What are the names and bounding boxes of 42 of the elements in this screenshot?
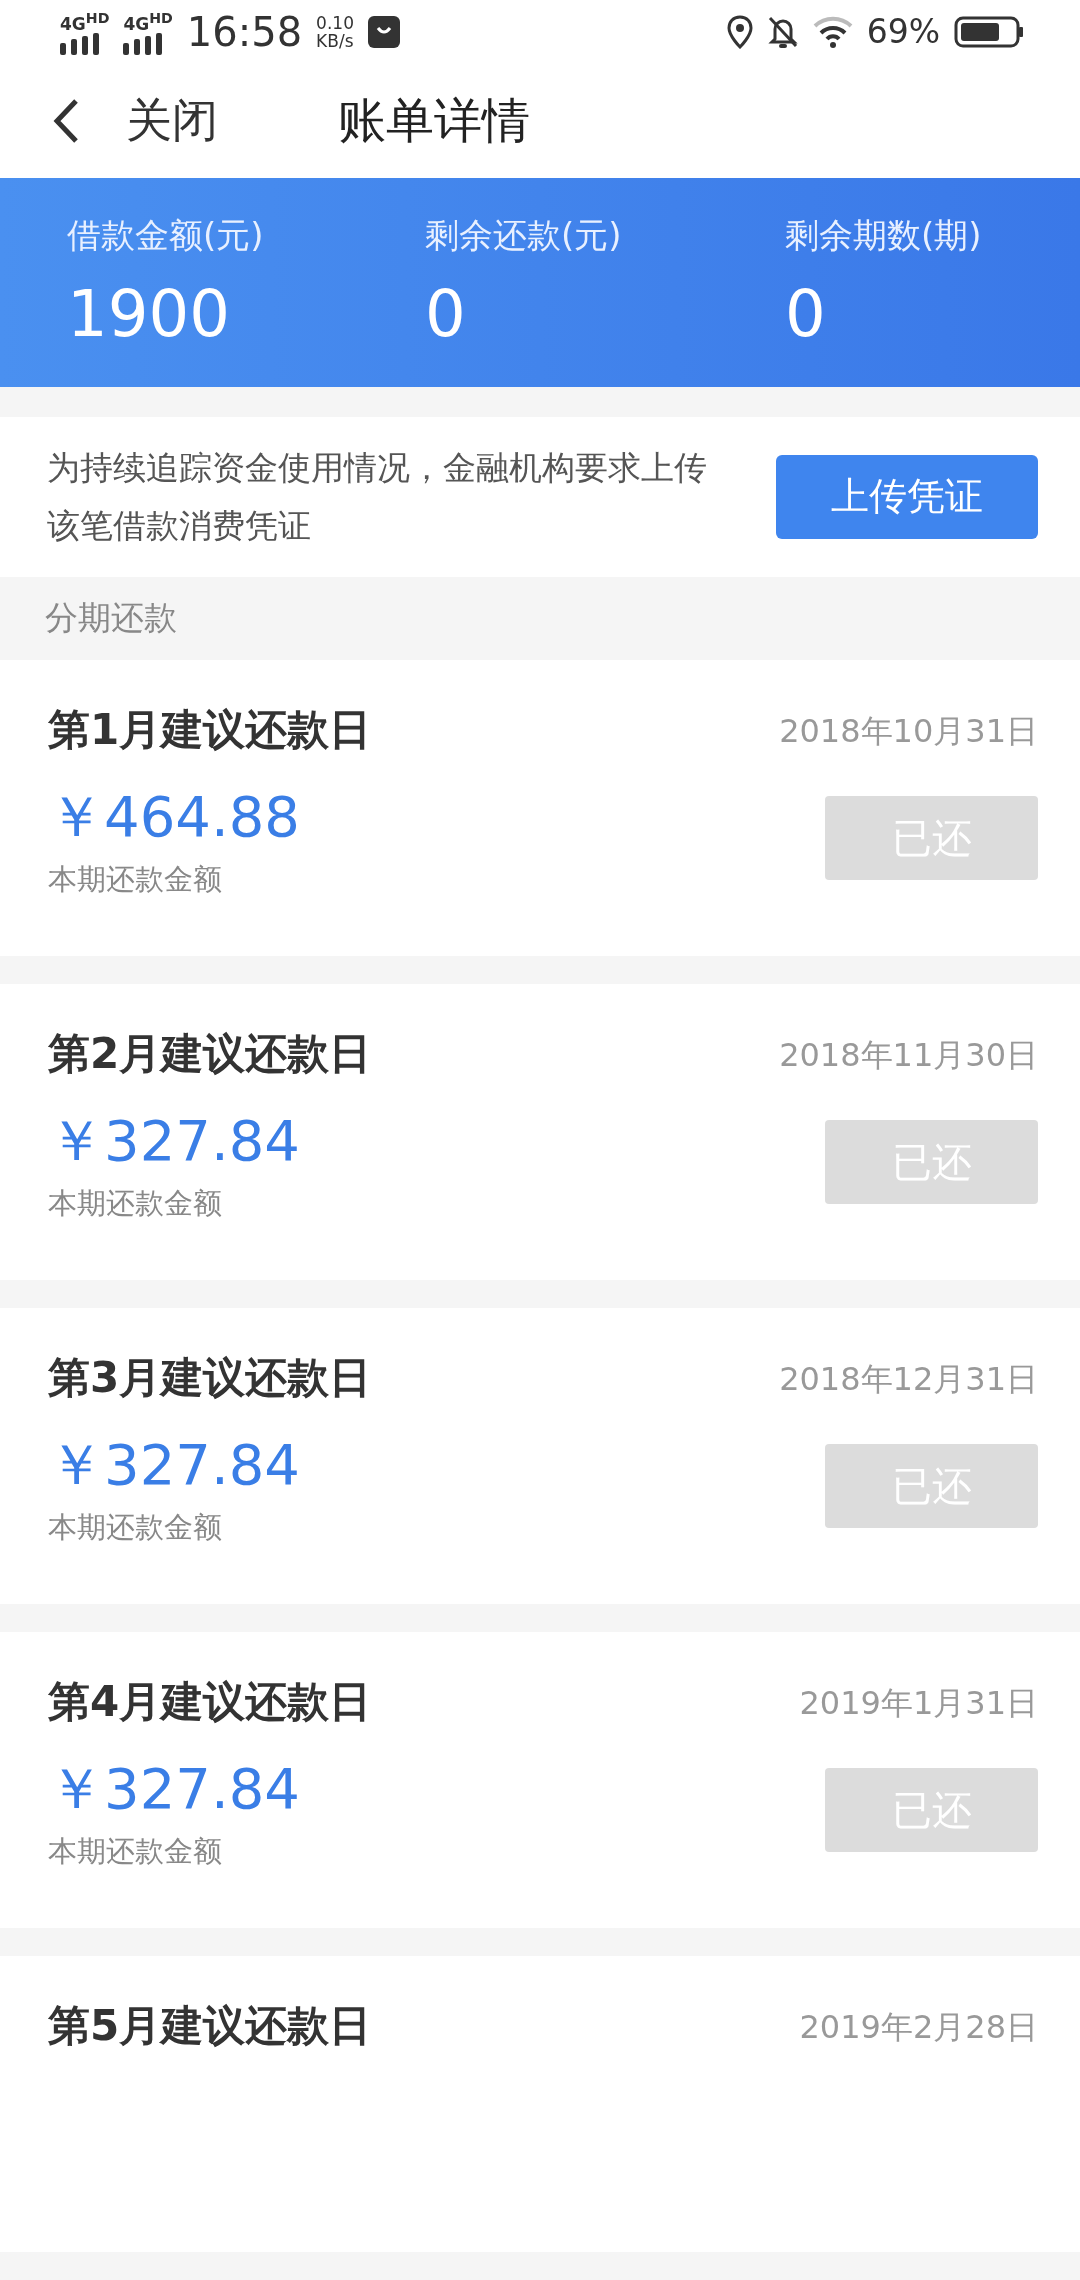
due-date: 2018年12月31日 <box>779 1359 1038 1400</box>
installment-amount: ￥327.84 <box>48 1107 301 1175</box>
summary-label: 剩余期数(期) <box>785 214 983 258</box>
installment-title: 第1月建议还款日 <box>48 704 372 756</box>
installment-title: 第4月建议还款日 <box>48 1676 372 1728</box>
upload-button[interactable]: 上传凭证 <box>776 454 1038 539</box>
signal-icon <box>123 32 164 55</box>
installment-title: 第3月建议还款日 <box>48 1352 372 1404</box>
clock: 16:58 <box>186 8 303 55</box>
network-type: 4G$^{HD}$ <box>60 9 110 33</box>
summary-value: 0 <box>785 277 827 352</box>
due-date: 2018年11月30日 <box>779 1035 1038 1076</box>
notice-text: 为持续追踪资金使用情况，金融机构要求上传该笔借款消费凭证 <box>47 446 707 547</box>
due-date: 2018年10月31日 <box>779 711 1038 752</box>
due-date: 2019年2月28日 <box>799 2007 1038 2048</box>
section-title: 分期还款 <box>45 596 177 639</box>
amount-label: 本期还款金额 <box>48 1833 223 1870</box>
installment-title: 第2月建议还款日 <box>48 1028 372 1080</box>
location-icon <box>726 14 753 49</box>
installment-title: 第5月建议还款日 <box>48 2000 372 2052</box>
due-date: 2019年1月31日 <box>799 1683 1038 1724</box>
installment-amount: ￥327.84 <box>48 1755 301 1823</box>
summary-value: 1900 <box>67 277 231 352</box>
wifi-icon <box>812 15 853 48</box>
amount-label: 本期还款金额 <box>48 1509 223 1546</box>
battery-percent: 69% <box>866 12 940 52</box>
summary-label: 借款金额(元) <box>67 214 265 258</box>
network-type: 4G$^{HD}$ <box>123 9 173 33</box>
bell-muted-icon <box>766 14 799 49</box>
amount-label: 本期还款金额 <box>48 1185 223 1222</box>
summary-value: 0 <box>425 277 467 352</box>
speed-unit: KB/s <box>316 31 354 50</box>
amount-label: 本期还款金额 <box>48 861 223 898</box>
shopping-bag-icon <box>367 15 400 48</box>
installment-amount: ￥464.88 <box>48 783 301 851</box>
network-speed: 0.10 <box>316 13 354 32</box>
close-button[interactable]: 关闭 <box>126 89 218 152</box>
page-title: 账单详情 <box>338 90 530 150</box>
battery-icon <box>954 15 1024 48</box>
installment-amount: ￥327.84 <box>48 1431 301 1499</box>
summary-label: 剩余还款(元) <box>425 214 623 258</box>
signal-icon <box>60 32 100 55</box>
